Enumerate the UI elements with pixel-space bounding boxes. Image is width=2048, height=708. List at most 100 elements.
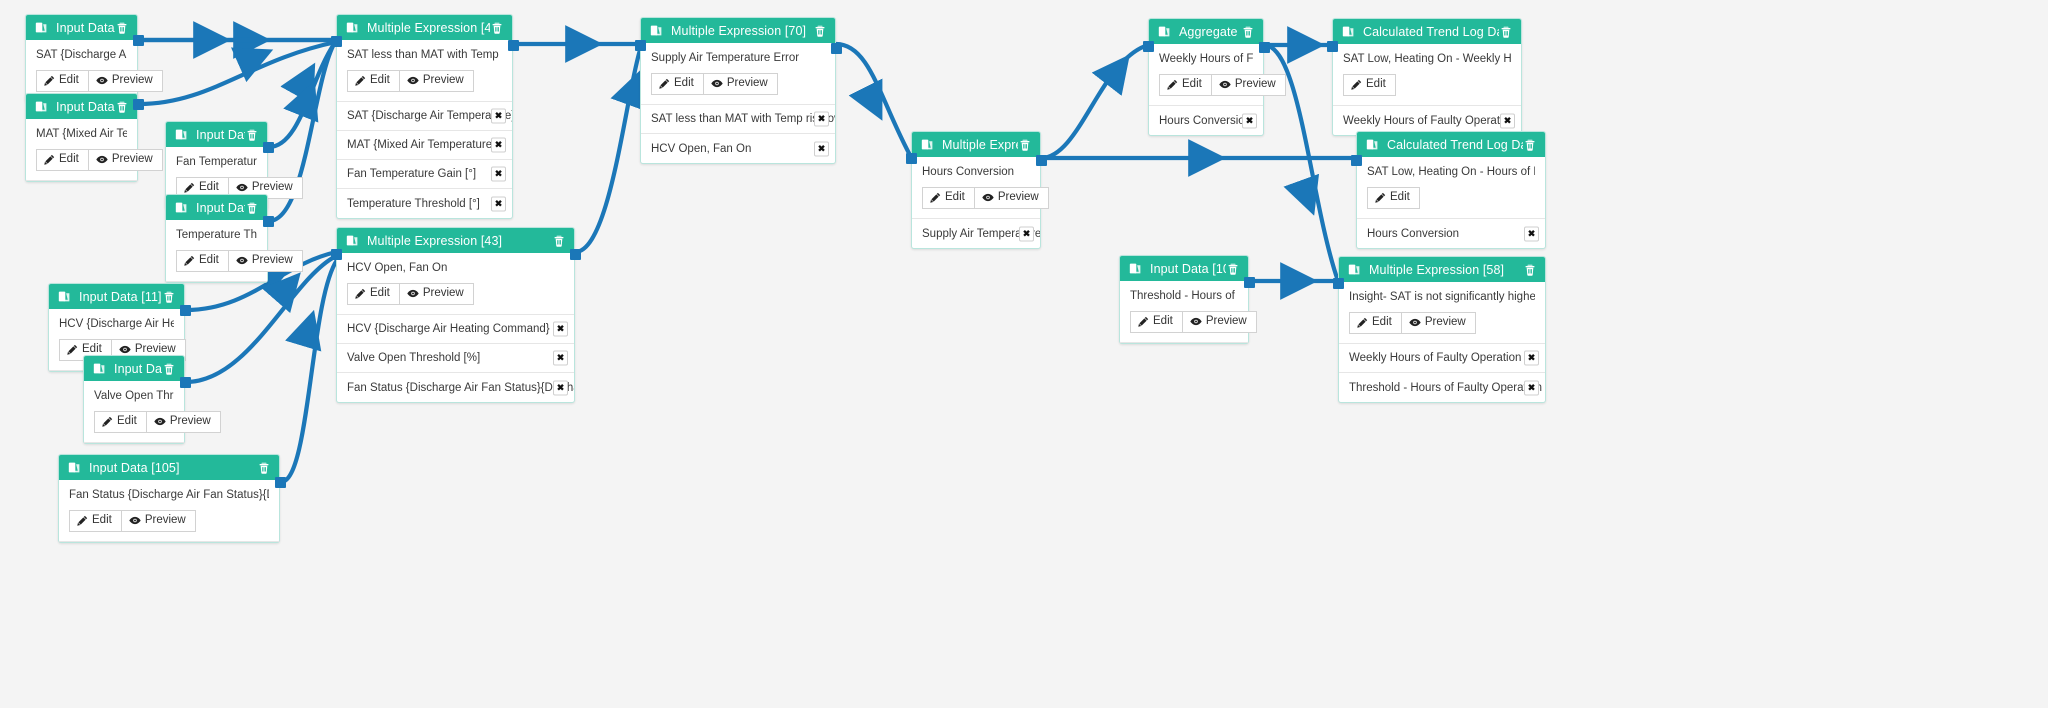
edit-button[interactable]: Edit (36, 70, 89, 92)
remove-port-button[interactable]: ✖ (1019, 226, 1034, 241)
node-header[interactable]: Input Data [105] (59, 455, 279, 480)
trash-icon[interactable] (1241, 25, 1255, 39)
edit-button[interactable]: Edit (1367, 187, 1420, 209)
preview-button[interactable]: Preview (702, 73, 778, 95)
edge-connector-port[interactable] (275, 477, 286, 488)
edit-button[interactable]: Edit (1130, 311, 1183, 333)
remove-port-button[interactable]: ✖ (553, 321, 568, 337)
edge-connector-port[interactable] (133, 99, 144, 110)
edit-button[interactable]: Edit (1349, 312, 1402, 334)
trash-icon[interactable] (257, 461, 271, 475)
preview-button[interactable]: Preview (1210, 74, 1286, 96)
edit-button[interactable]: Edit (94, 411, 147, 433)
trash-icon[interactable] (1018, 138, 1032, 152)
node-n56[interactable]: Aggregate [56] Weekly Hours of Faulty Ope… (1148, 18, 1286, 136)
node-header[interactable]: Aggregate [56] (1149, 19, 1263, 44)
node-n105[interactable]: Input Data [105] Fan Status {Discharge Ai… (58, 454, 280, 543)
remove-port-button[interactable]: ✖ (814, 141, 829, 156)
node-header[interactable]: Multiple Expression [44] (337, 15, 512, 40)
trash-icon[interactable] (115, 21, 129, 35)
node-header[interactable]: Input Data [103] (166, 195, 267, 220)
node-n103[interactable]: Input Data [103] Temperature Threshold [°… (165, 194, 303, 283)
edit-button[interactable]: Edit (347, 283, 400, 305)
trash-icon[interactable] (1226, 262, 1240, 276)
edit-button[interactable]: Edit (922, 187, 975, 209)
node-n70[interactable]: Multiple Expression [70] Supply Air Tempe… (640, 17, 836, 164)
edge-connector-port[interactable] (508, 40, 519, 51)
remove-port-button[interactable]: ✖ (491, 166, 506, 182)
trash-icon[interactable] (1523, 138, 1537, 152)
remove-port-button[interactable]: ✖ (1242, 113, 1257, 128)
edge-connector-port[interactable] (180, 377, 191, 388)
remove-port-button[interactable]: ✖ (1524, 226, 1539, 241)
remove-port-button[interactable]: ✖ (553, 350, 568, 366)
node-n4[interactable]: Input Data [4] MAT {Mixed Air Temperature… (25, 93, 163, 182)
trash-icon[interactable] (1523, 263, 1537, 277)
node-header[interactable]: Calculated Trend Log Data [106] (1357, 132, 1545, 157)
preview-button[interactable]: Preview (87, 149, 163, 171)
node-n106[interactable]: Calculated Trend Log Data [106] SAT Low, … (1356, 131, 1546, 249)
remove-port-button[interactable]: ✖ (814, 111, 829, 127)
trash-icon[interactable] (490, 21, 504, 35)
edge-connector-port[interactable] (1143, 41, 1154, 52)
edit-button[interactable]: Edit (69, 510, 122, 532)
node-n44[interactable]: Multiple Expression [44] SAT less than MA… (336, 14, 513, 219)
edit-button[interactable]: Edit (176, 250, 229, 272)
node-n43[interactable]: Multiple Expression [43] HCV Open, Fan On… (336, 227, 575, 403)
node-header[interactable]: Multiple Expression [58] (1339, 257, 1545, 282)
remove-port-button[interactable]: ✖ (1524, 350, 1539, 366)
node-n104[interactable]: Input Data [104] Threshold - Hours of Fau… (1119, 255, 1257, 344)
node-header[interactable]: Input Data [11] (49, 284, 184, 309)
preview-button[interactable]: Preview (398, 70, 474, 92)
edge-connector-port[interactable] (1327, 41, 1338, 52)
preview-button[interactable]: Preview (1181, 311, 1257, 333)
node-header[interactable]: Multiple Expression [70] (641, 18, 835, 43)
edge-connector-port[interactable] (831, 43, 842, 54)
remove-port-button[interactable]: ✖ (491, 108, 506, 124)
edge-connector-port[interactable] (1036, 155, 1047, 166)
edge-connector-port[interactable] (1259, 42, 1270, 53)
preview-button[interactable]: Preview (145, 411, 221, 433)
node-header[interactable]: Input Data [1] (26, 15, 137, 40)
edge-connector-port[interactable] (331, 249, 342, 260)
edge-connector-port[interactable] (331, 36, 342, 47)
edge-connector-port[interactable] (180, 305, 191, 316)
node-header[interactable]: Input Data [104] (1120, 256, 1248, 281)
preview-button[interactable]: Preview (227, 250, 303, 272)
node-header[interactable]: Calculated Trend Log Data [96] (1333, 19, 1521, 44)
node-n58[interactable]: Multiple Expression [58] Insight- SAT is … (1338, 256, 1546, 403)
trash-icon[interactable] (162, 362, 176, 376)
edge-connector-port[interactable] (263, 142, 274, 153)
edge-connector-port[interactable] (1351, 155, 1362, 166)
trash-icon[interactable] (245, 201, 259, 215)
node-graph-canvas[interactable]: Input Data [1] SAT {Discharge Air Tempera… (0, 0, 2048, 708)
preview-button[interactable]: Preview (1400, 312, 1476, 334)
preview-button[interactable]: Preview (87, 70, 163, 92)
edge-connector-port[interactable] (1333, 278, 1344, 289)
trash-icon[interactable] (552, 234, 566, 248)
preview-button[interactable]: Preview (398, 283, 474, 305)
node-header[interactable]: Input Data [101] (84, 356, 184, 381)
node-header[interactable]: Multiple Expression [43] (337, 228, 574, 253)
remove-port-button[interactable]: ✖ (491, 196, 506, 211)
remove-port-button[interactable]: ✖ (553, 380, 568, 395)
edit-button[interactable]: Edit (347, 70, 400, 92)
node-n71[interactable]: Multiple Expression [71] Hours Conversion… (911, 131, 1049, 249)
node-n1[interactable]: Input Data [1] SAT {Discharge Air Tempera… (25, 14, 163, 103)
trash-icon[interactable] (1499, 25, 1513, 39)
node-n96[interactable]: Calculated Trend Log Data [96] SAT Low, H… (1332, 18, 1522, 136)
node-header[interactable]: Input Data [4] (26, 94, 137, 119)
trash-icon[interactable] (245, 128, 259, 142)
edit-button[interactable]: Edit (1343, 74, 1396, 96)
remove-port-button[interactable]: ✖ (1524, 380, 1539, 395)
edit-button[interactable]: Edit (36, 149, 89, 171)
edge-connector-port[interactable] (570, 249, 581, 260)
trash-icon[interactable] (115, 100, 129, 114)
edit-button[interactable]: Edit (1159, 74, 1212, 96)
trash-icon[interactable] (162, 290, 176, 304)
edge-connector-port[interactable] (1244, 277, 1255, 288)
node-n101[interactable]: Input Data [101] Valve Open Threshold [%]… (83, 355, 221, 444)
edge-connector-port[interactable] (133, 35, 144, 46)
edge-connector-port[interactable] (635, 40, 646, 51)
remove-port-button[interactable]: ✖ (491, 137, 506, 153)
